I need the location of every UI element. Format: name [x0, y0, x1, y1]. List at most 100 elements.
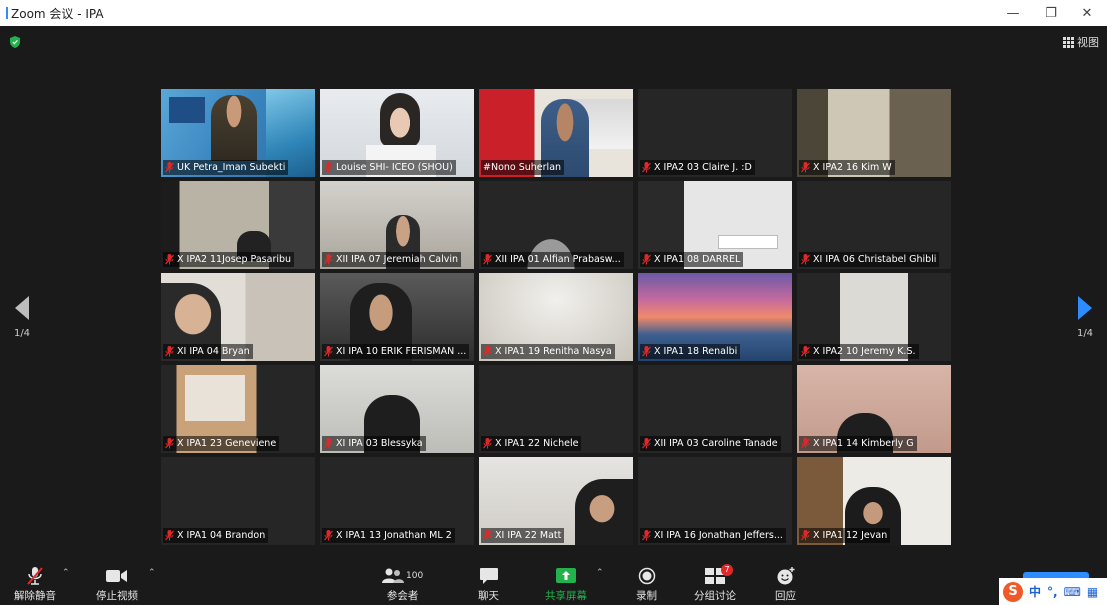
muted-mic-icon [801, 438, 810, 449]
participant-tile[interactable]: X IPA1 19 Renitha Nasya [479, 273, 633, 361]
participant-tile[interactable]: X IPA2 10 Jeremy K.S. [797, 273, 951, 361]
participant-tile[interactable]: X IPA2 11Josep Pasaribu [161, 181, 315, 269]
participant-name: XI IPA 03 Blessyka [322, 436, 426, 451]
muted-mic-icon [801, 254, 810, 265]
breakout-rooms-label: 分组讨论 [694, 590, 736, 602]
share-options-caret[interactable]: ⌃ [596, 568, 604, 578]
participant-tile[interactable]: XI IPA 06 Christabel Ghibli [797, 181, 951, 269]
participant-name: Louise SHI- ICEO (SHOU) [322, 160, 456, 175]
muted-mic-icon [324, 530, 333, 541]
arrow-right-icon [1078, 296, 1092, 320]
participant-tile[interactable]: X IPA1 12 Jevan [797, 457, 951, 545]
participant-tile[interactable]: XI IPA 22 Matt [479, 457, 633, 545]
shield-icon[interactable] [10, 36, 20, 48]
muted-mic-icon [642, 346, 651, 357]
breakout-badge: 7 [721, 564, 733, 576]
video-camera-icon [106, 570, 127, 582]
participant-tile[interactable]: X IPA1 04 Brandon [161, 457, 315, 545]
participant-tile-active-speaker[interactable]: #Nono Suherlan [479, 89, 633, 177]
audio-options-caret[interactable]: ⌃ [62, 568, 70, 578]
muted-mic-icon [483, 346, 492, 357]
smiley-icon [777, 567, 794, 585]
participant-name: X IPA1 12 Jevan [799, 528, 891, 543]
reactions-button[interactable]: 回应 [775, 566, 796, 603]
participants-icon [382, 568, 404, 583]
participant-name: X IPA1 18 Renalbi [640, 344, 741, 359]
muted-mic-icon [324, 162, 333, 173]
record-label: 录制 [636, 590, 657, 602]
participant-name: X IPA1 13 Jonathan ML 2 [322, 528, 455, 543]
meeting-toolbar: 解除静音 ⌃ 停止视频 ⌃ 100 参会者 聊天 共享屏幕 ⌃ 录制 7 分组讨… [0, 562, 1107, 605]
participant-tile[interactable]: XI IPA 03 Blessyka [320, 365, 474, 453]
participant-name: XI IPA 16 Jonathan Jeffers... [640, 528, 786, 543]
participant-name: X IPA2 16 Kim W [799, 160, 895, 175]
participant-tile[interactable]: UK Petra_Iman Subekti [161, 89, 315, 177]
muted-mic-icon [642, 438, 651, 449]
unmute-button[interactable]: 解除静音 [14, 566, 56, 603]
participants-count: 100 [406, 571, 424, 581]
participant-name: X IPA1 08 DARREL [640, 252, 744, 267]
participant-tile[interactable]: X IPA1 22 Nichele [479, 365, 633, 453]
participant-tile[interactable]: X IPA1 08 DARREL [638, 181, 792, 269]
participant-name: XI IPA 04 Bryan [163, 344, 253, 359]
muted-mic-icon [165, 162, 174, 173]
muted-mic-icon [165, 346, 174, 357]
participant-tile[interactable]: X IPA1 13 Jonathan ML 2 [320, 457, 474, 545]
participant-tile[interactable]: XI IPA 10 ERIK FERISMAN ... [320, 273, 474, 361]
participant-name: X IPA2 03 Claire J. :D [640, 160, 755, 175]
chat-button[interactable]: 聊天 [478, 566, 499, 603]
restore-button[interactable]: ❐ [1031, 0, 1071, 26]
window-title: Zoom 会议 - IPA [6, 5, 104, 22]
participant-tile[interactable]: X IPA2 16 Kim W [797, 89, 951, 177]
participant-name: XI IPA 06 Christabel Ghibli [799, 252, 940, 267]
input-method-bar[interactable]: S 中 °, ⌨ ▦ [999, 578, 1107, 605]
participant-tile[interactable]: Louise SHI- ICEO (SHOU) [320, 89, 474, 177]
participant-tile[interactable]: XI IPA 04 Bryan [161, 273, 315, 361]
record-button[interactable]: 录制 [636, 566, 657, 603]
participant-tile[interactable]: XI IPA 16 Jonathan Jeffers... [638, 457, 792, 545]
punctuation-icon: °, [1047, 584, 1058, 599]
sogou-logo-icon: S [1003, 581, 1023, 602]
participant-tile[interactable]: X IPA1 23 Geneviene [161, 365, 315, 453]
muted-mic-icon [483, 254, 492, 265]
participant-name: #Nono Suherlan [481, 160, 565, 175]
next-page-button[interactable]: 1/4 [1073, 296, 1097, 339]
arrow-left-icon [15, 296, 29, 320]
muted-mic-icon [165, 438, 174, 449]
zoom-window: Zoom 会议 - IPA — ❐ ✕ 视图 1/4 1/4 UK Petra_… [0, 0, 1107, 605]
view-label: 视图 [1077, 36, 1099, 49]
video-options-caret[interactable]: ⌃ [148, 568, 156, 578]
participant-name: XI IPA 22 Matt [481, 528, 565, 543]
participant-name: UK Petra_Iman Subekti [163, 160, 289, 175]
muted-mic-icon [801, 530, 810, 541]
muted-mic-icon [324, 346, 333, 357]
share-screen-button[interactable]: 共享屏幕 [545, 566, 587, 603]
muted-mic-icon [165, 254, 174, 265]
minimize-button[interactable]: — [993, 0, 1033, 26]
participant-name: XII IPA 03 Caroline Tanade [640, 436, 781, 451]
muted-mic-icon [27, 567, 43, 585]
participants-button[interactable]: 100 参会者 [382, 566, 423, 603]
participant-tile[interactable]: X IPA1 18 Renalbi [638, 273, 792, 361]
muted-mic-icon [165, 530, 174, 541]
muted-mic-icon [324, 438, 333, 449]
close-button[interactable]: ✕ [1067, 0, 1107, 26]
breakout-rooms-button[interactable]: 7 分组讨论 [694, 564, 736, 603]
participant-tile[interactable]: XII IPA 07 Jeremiah Calvin [320, 181, 474, 269]
muted-mic-icon [642, 254, 651, 265]
participant-tile[interactable]: X IPA2 03 Claire J. :D [638, 89, 792, 177]
muted-mic-icon [801, 162, 810, 173]
ime-menu-icon: ▦ [1086, 584, 1099, 599]
previous-page-button[interactable]: 1/4 [10, 296, 34, 339]
participant-name: X IPA1 23 Geneviene [163, 436, 280, 451]
participant-tile[interactable]: XII IPA 01 Alfian Prabasw... [479, 181, 633, 269]
muted-mic-icon [801, 346, 810, 357]
muted-mic-icon [483, 438, 492, 449]
view-button[interactable]: 视图 [1063, 34, 1099, 50]
participant-name: XI IPA 10 ERIK FERISMAN ... [322, 344, 470, 359]
participant-tile[interactable]: XII IPA 03 Caroline Tanade [638, 365, 792, 453]
stop-video-button[interactable]: 停止视频 [96, 566, 138, 603]
share-screen-icon [556, 568, 576, 583]
participant-tile[interactable]: X IPA1 14 Kimberly G [797, 365, 951, 453]
participant-name: X IPA2 11Josep Pasaribu [163, 252, 295, 267]
